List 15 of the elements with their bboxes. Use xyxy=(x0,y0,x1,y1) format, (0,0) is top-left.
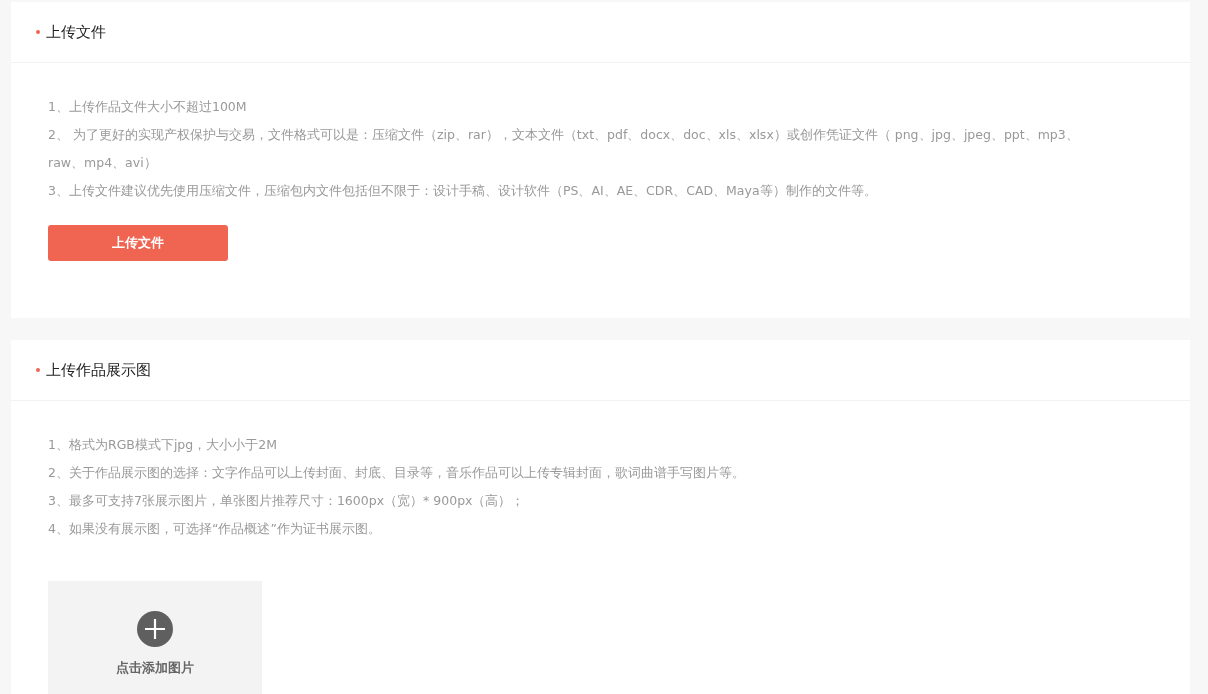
section-title: 上传文件 xyxy=(46,22,106,42)
instruction-text: 3、上传文件建议优先使用压缩文件，压缩包内文件包括但不限于：设计手稿、设计软件（PS、AI、AE、CDR、CAD、Maya等）制作的文件等。 xyxy=(48,182,878,200)
section-title: 上传作品展示图 xyxy=(46,360,151,380)
bullet-icon xyxy=(36,30,40,34)
bullet-icon xyxy=(36,368,40,372)
instruction-text: 1、格式为RGB模式下jpg，大小小于2M xyxy=(48,436,278,454)
instruction-text: 4、如果没有展示图，可选择“作品概述”作为证书展示图。 xyxy=(48,520,382,538)
plus-icon xyxy=(137,611,173,647)
instruction-text: 2、关于作品展示图的选择：文字作品可以上传封面、封底、目录等，音乐作品可以上传专辑封面，歌词曲谱手写图片等。 xyxy=(48,464,746,482)
instruction-text: 2、 为了更好的实现产权保护与交易，文件格式可以是：压缩文件（zip、rar），文本文件（txt、pdf、docx、doc、xls、xlsx）或创作凭证文件（ png、jpg、jpeg、ppt、mp3、raw、mp4、avi） xyxy=(48,126,1080,172)
instruction-text: 1、上传作品文件大小不超过100M xyxy=(48,98,248,116)
add-image-tile[interactable]: 点击添加图片 xyxy=(48,581,262,694)
upload-button[interactable]: 上传文件 xyxy=(48,225,228,261)
add-image-label: 点击添加图片 xyxy=(116,659,194,677)
instruction-text: 3、最多可支持7张展示图片，单张图片推荐尺寸：1600px（宽）* 900px（高）； xyxy=(48,492,526,510)
